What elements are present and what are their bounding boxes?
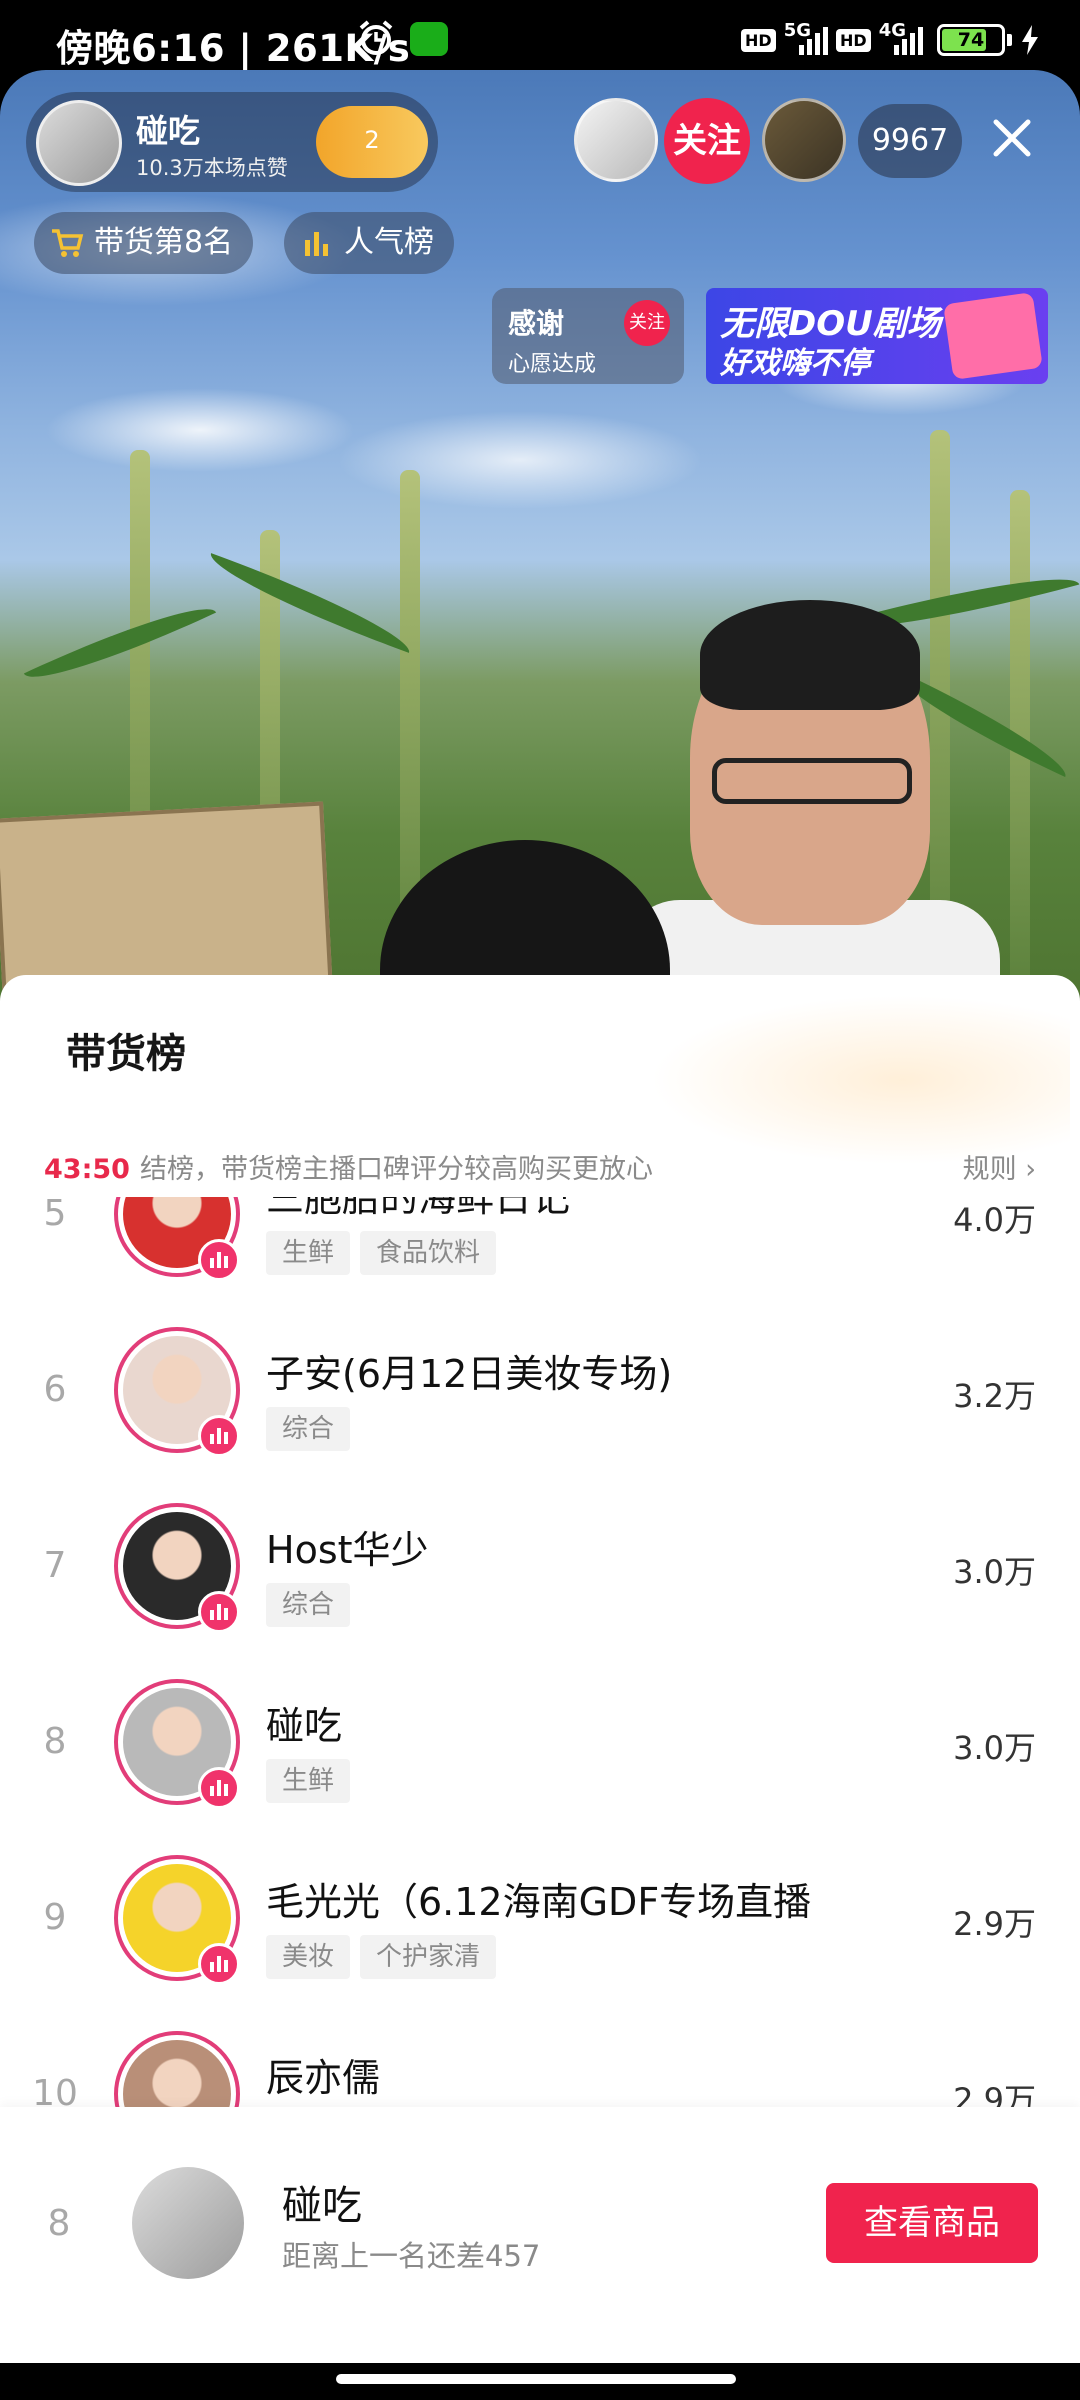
battery-level: 74 <box>957 29 985 51</box>
streamer-name: 碰吃 <box>266 1704 343 1748</box>
rank-row[interactable]: 9 毛光光（6.12海南GDF专场直播 美妆 个护家清 2.9万 <box>0 1831 1080 2007</box>
rank-gap: 距离上一名还差457 <box>282 2239 541 2273</box>
streamer-avatar[interactable] <box>114 2031 240 2117</box>
rank-number: 5 <box>43 1197 67 1234</box>
category-tag: 综合 <box>266 1407 351 1451</box>
countdown-notice: 43:50 结榜，带货榜主播口碑评分较高购买更放心 <box>44 1147 653 1186</box>
rank-row[interactable]: 7 Host华少 综合 3.0万 <box>0 1479 1080 1655</box>
wish-subtitle: 心愿达成 <box>508 352 597 377</box>
sales-ranking-sheet[interactable]: 带货榜 43:50 结榜，带货榜主播口碑评分较高购买更放心 规则 › 5 三胞胎的海… <box>0 975 1080 2363</box>
category-tag: 综合 <box>266 1583 351 1627</box>
network-type-2: 4G <box>878 19 906 41</box>
viewer-avatar[interactable] <box>762 98 846 182</box>
status-right-icons: HD 5G HD 4G 74 <box>741 18 1040 62</box>
sales-rank-tag[interactable]: 带货第8名 <box>34 212 254 274</box>
category-tag: 个护家清 <box>360 1935 497 1979</box>
streamer-name: 三胞胎的海鲜日记 <box>266 1197 571 1220</box>
wish-card[interactable]: 感谢 心愿达成 关注 <box>492 288 684 384</box>
viewer-avatar[interactable] <box>574 98 658 182</box>
sales-score: 3.0万 <box>953 1729 1036 1767</box>
bar-chart-icon <box>305 232 328 256</box>
category-tags: 美妆 个护家清 <box>266 1935 497 1979</box>
host-info[interactable]: 碰吃 10.3万本场点赞 2 <box>26 92 438 192</box>
wechat-icon <box>410 22 448 56</box>
popularity-label: 人气榜 <box>344 225 434 260</box>
promo-banner[interactable]: 无限DOU剧场 好戏嗨不停 <box>706 288 1048 384</box>
streamer-name: 辰亦儒 <box>266 2056 381 2100</box>
streamer-name: 毛光光（6.12海南GDF专场直播 <box>266 1880 812 1924</box>
charging-icon <box>1022 25 1038 55</box>
cart-icon <box>52 229 84 257</box>
sheet-title: 带货榜 <box>66 1031 186 1077</box>
my-avatar[interactable] <box>132 2167 244 2279</box>
status-bar: 傍晚6:16 | 261K/s HD 5G HD 4G 74 <box>0 0 1080 80</box>
rank-row[interactable]: 8 碰吃生鲜 3.0万 <box>0 1655 1080 1831</box>
my-rank-bar: 8 碰吃 距离上一名还差457 查看商品 <box>0 2107 1080 2363</box>
notice-text: 结榜，带货榜主播口碑评分较高购买更放心 <box>139 1154 653 1185</box>
banner-illustration <box>943 292 1043 380</box>
live-status-icon <box>198 1591 240 1633</box>
host-name: 碰吃 <box>136 112 201 150</box>
live-status-icon <box>198 1767 240 1809</box>
host-likes: 10.3万本场点赞 <box>136 156 288 180</box>
home-indicator[interactable] <box>336 2374 736 2384</box>
streamer-name: Host华少 <box>266 1528 429 1572</box>
network-type: 5G <box>783 19 812 41</box>
battery-icon: 74 <box>937 24 1005 56</box>
rank-row[interactable]: 5 三胞胎的海鲜日记生鲜 食品饮料 4.0万 <box>0 1197 1080 1303</box>
viewer-count[interactable]: 9967 <box>858 104 962 178</box>
fan-club-button[interactable]: 2 <box>316 106 428 178</box>
live-status-icon <box>198 1415 240 1457</box>
sheet-decoration <box>650 995 1070 1165</box>
alarm-clock-icon <box>359 20 393 55</box>
view-products-button[interactable]: 查看商品 <box>826 2183 1038 2263</box>
sales-score: 2.9万 <box>953 1905 1036 1943</box>
battery-tip <box>1007 34 1012 46</box>
countdown-timer: 43:50 <box>44 1154 130 1185</box>
fan-club-level: 2 <box>364 126 380 154</box>
rank-list[interactable]: 5 三胞胎的海鲜日记 生鲜 食品饮料 4.0万 6 子安(6月12日美妆专场) 综合 3.2万 7… <box>0 1197 1080 2117</box>
corn-leaf <box>23 588 217 698</box>
category-tag: 生鲜 <box>266 1759 351 1803</box>
category-tags: 生鲜 食品饮料 <box>266 1231 497 1275</box>
rules-link[interactable]: 规则 › <box>963 1147 1036 1186</box>
popularity-tag[interactable]: 人气榜 <box>284 212 454 274</box>
rank-number: 9 <box>43 1897 67 1938</box>
host-glasses <box>712 758 912 804</box>
my-name: 碰吃 <box>282 2183 362 2229</box>
streamer-name: 子安(6月12日美妆专场) <box>266 1352 673 1396</box>
rank-number: 8 <box>43 1721 67 1762</box>
live-status-icon <box>198 1943 240 1985</box>
wish-title: 感谢 <box>508 307 565 340</box>
my-rank-number: 8 <box>47 2203 71 2244</box>
corn-leaf <box>202 553 418 653</box>
category-tag: 生鲜 <box>266 1231 351 1275</box>
category-tags: 生鲜 <box>266 1759 351 1803</box>
category-tags: 综合 <box>266 1407 351 1451</box>
host-avatar[interactable] <box>36 100 122 186</box>
sales-score: 3.0万 <box>953 1553 1036 1591</box>
avatar-image <box>123 2040 231 2117</box>
category-tag: 美妆 <box>266 1935 351 1979</box>
close-icon[interactable] <box>984 110 1040 166</box>
hd-badge: HD <box>741 28 776 52</box>
live-video[interactable]: 碰吃 10.3万本场点赞 2 关注 9967 带货第8名 人气榜 感谢 心愿达成… <box>0 70 1080 1090</box>
sales-rank-label: 带货第8名 <box>94 225 234 260</box>
rank-number: 7 <box>43 1545 67 1586</box>
follow-button[interactable]: 关注 <box>664 98 750 184</box>
rank-row[interactable]: 6 子安(6月12日美妆专场) 综合 3.2万 <box>0 1303 1080 1479</box>
hd-badge-2: HD <box>836 28 871 52</box>
category-tag: 食品饮料 <box>360 1231 497 1275</box>
live-status-icon <box>198 1239 240 1281</box>
rank-row[interactable]: 10 辰亦儒 2.9万 <box>0 2007 1080 2117</box>
wish-follow-badge[interactable]: 关注 <box>624 300 670 346</box>
sales-score: 3.2万 <box>953 1377 1036 1415</box>
rank-number: 6 <box>43 1369 67 1410</box>
sales-score: 4.0万 <box>953 1201 1036 1239</box>
category-tags: 综合 <box>266 1583 351 1627</box>
banner-line-2: 好戏嗨不停 <box>720 346 870 381</box>
host-hair <box>700 600 920 710</box>
